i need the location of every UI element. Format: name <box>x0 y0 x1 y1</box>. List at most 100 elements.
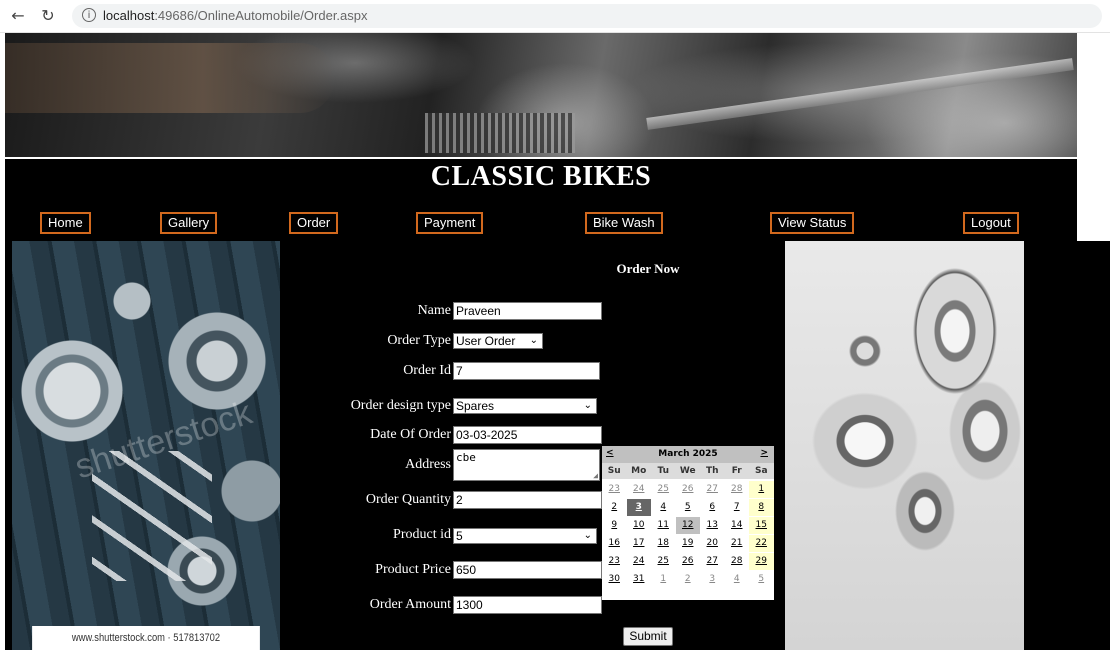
product-id-value: 5 <box>456 529 463 543</box>
resize-handle-icon[interactable]: ◢ <box>593 471 598 480</box>
form-title: Order Now <box>616 261 680 276</box>
calendar-day[interactable]: 22 <box>749 535 774 552</box>
chevron-down-icon: ⌄ <box>583 400 592 411</box>
calendar-day[interactable]: 27 <box>700 481 725 498</box>
calendar-day[interactable]: 11 <box>651 517 676 534</box>
calendar-weekday: Su <box>607 466 621 476</box>
calendar-day[interactable]: 25 <box>651 553 676 570</box>
nav-gallery[interactable]: Gallery <box>160 212 218 234</box>
nav-logout[interactable]: Logout <box>963 212 1019 234</box>
calendar-day[interactable]: 3 <box>700 571 725 588</box>
calendar-day[interactable]: 17 <box>627 535 652 552</box>
design-type-value: Spares <box>456 399 495 413</box>
calendar-weekday: We <box>679 466 696 476</box>
calendar-day[interactable]: 20 <box>700 535 725 552</box>
price-input[interactable]: 650 <box>453 561 602 579</box>
calendar-weekday: Tu <box>657 466 670 476</box>
calendar-day[interactable]: 1 <box>749 481 774 498</box>
calendar-day[interactable]: 28 <box>725 553 750 570</box>
calendar-day[interactable]: 29 <box>749 553 774 570</box>
calendar-day[interactable]: 26 <box>676 553 701 570</box>
calendar-weekday: Mo <box>631 466 647 476</box>
nav-bike-wash[interactable]: Bike Wash <box>585 212 663 234</box>
calendar-day[interactable]: 28 <box>725 481 750 498</box>
order-type-select[interactable]: User Order ⌄ <box>453 333 543 349</box>
calendar-header: < March 2025 > <box>602 446 774 463</box>
design-type-select[interactable]: Spares ⌄ <box>453 398 597 414</box>
calendar-month-title: March 2025 <box>658 449 718 459</box>
calendar-day[interactable]: 14 <box>725 517 750 534</box>
bearings-image <box>785 241 1024 650</box>
calendar-day[interactable]: 4 <box>651 499 676 516</box>
calendar-day[interactable]: 7 <box>725 499 750 516</box>
calendar-weekday: Fr <box>731 466 742 476</box>
browser-toolbar: ← ↻ i localhost:49686/OnlineAutomobile/O… <box>0 0 1110 33</box>
calendar-day[interactable]: 12 <box>675 517 700 534</box>
calendar-day[interactable]: 4 <box>725 571 750 588</box>
site-title: CLASSIC BIKES <box>430 161 652 192</box>
url-path: :49686/OnlineAutomobile/Order.aspx <box>154 8 368 23</box>
calendar-day[interactable]: 30 <box>602 571 627 588</box>
order-type-value: User Order <box>456 334 516 348</box>
date-input[interactable]: 03-03-2025 <box>453 426 602 444</box>
info-icon[interactable]: i <box>82 8 96 22</box>
calendar-day[interactable]: 27 <box>700 553 725 570</box>
quantity-input[interactable]: 2 <box>453 491 602 509</box>
amount-input[interactable]: 1300 <box>453 596 602 614</box>
spare-parts-image: shutterstock www.shutterstock.com · 5178… <box>12 241 280 650</box>
calendar-day[interactable]: 8 <box>749 499 774 516</box>
date-calendar: < March 2025 > Su Mo Tu We Th Fr Sa 23 24 25 26 27… <box>602 446 774 600</box>
calendar-day[interactable]: 5 <box>676 499 701 516</box>
banner-arm-shape <box>5 43 335 113</box>
calendar-day[interactable]: 15 <box>749 517 774 534</box>
calendar-day[interactable]: 1 <box>651 571 676 588</box>
submit-button[interactable]: Submit <box>623 627 673 646</box>
calendar-day[interactable]: 19 <box>676 535 701 552</box>
url-host: localhost <box>103 8 155 23</box>
calendar-day[interactable]: 18 <box>651 535 676 552</box>
calendar-day[interactable]: 9 <box>602 517 627 534</box>
calendar-day[interactable]: 24 <box>627 553 652 570</box>
nav-view-status[interactable]: View Status <box>770 212 855 234</box>
header-banner-image <box>5 33 1077 157</box>
address-textarea[interactable]: cbe ◢ <box>453 449 600 481</box>
address-value: cbe <box>456 451 476 464</box>
calendar-next-button[interactable]: > <box>760 448 768 458</box>
address-label: Address <box>405 457 451 472</box>
calendar-day[interactable]: 21 <box>725 535 750 552</box>
calendar-day[interactable]: 23 <box>602 553 627 570</box>
calendar-weekday: Sa <box>754 466 768 476</box>
order-type-label: Order Type <box>387 333 451 348</box>
arrow-left-icon[interactable]: ← <box>8 6 28 26</box>
name-input[interactable]: Praveen <box>453 302 602 320</box>
header-band: CLASSIC BIKES Home Gallery Order Payment… <box>5 159 1077 241</box>
amount-label: Order Amount <box>369 597 451 612</box>
calendar-day[interactable]: 2 <box>602 499 627 516</box>
product-id-select[interactable]: 5 ⌄ <box>453 528 597 544</box>
url-text[interactable]: localhost:49686/OnlineAutomobile/Order.a… <box>103 8 368 23</box>
calendar-day[interactable]: 26 <box>676 481 701 498</box>
chevron-down-icon: ⌄ <box>583 530 592 541</box>
calendar-day[interactable]: 10 <box>627 517 652 534</box>
nav-order[interactable]: Order <box>289 212 339 234</box>
nav-home[interactable]: Home <box>40 212 91 234</box>
reload-icon[interactable]: ↻ <box>38 6 58 26</box>
order-id-input[interactable]: 7 <box>453 362 600 380</box>
calendar-day[interactable]: 2 <box>676 571 701 588</box>
calendar-day[interactable]: 24 <box>627 481 652 498</box>
quantity-label: Order Quantity <box>365 492 451 507</box>
calendar-day[interactable]: 16 <box>602 535 627 552</box>
nav-payment[interactable]: Payment <box>416 212 484 234</box>
order-id-label: Order Id <box>403 363 451 378</box>
calendar-day[interactable]: 5 <box>749 571 774 588</box>
calendar-day[interactable]: 3 <box>626 499 651 516</box>
calendar-day[interactable]: 31 <box>627 571 652 588</box>
calendar-day[interactable]: 6 <box>700 499 725 516</box>
calendar-day[interactable]: 23 <box>602 481 627 498</box>
design-type-label: Order design type <box>350 398 451 413</box>
chevron-down-icon: ⌄ <box>529 335 538 346</box>
banner-pipe-shape <box>646 58 1074 130</box>
calendar-day[interactable]: 13 <box>700 517 725 534</box>
price-label: Product Price <box>375 562 451 577</box>
calendar-day[interactable]: 25 <box>651 481 676 498</box>
